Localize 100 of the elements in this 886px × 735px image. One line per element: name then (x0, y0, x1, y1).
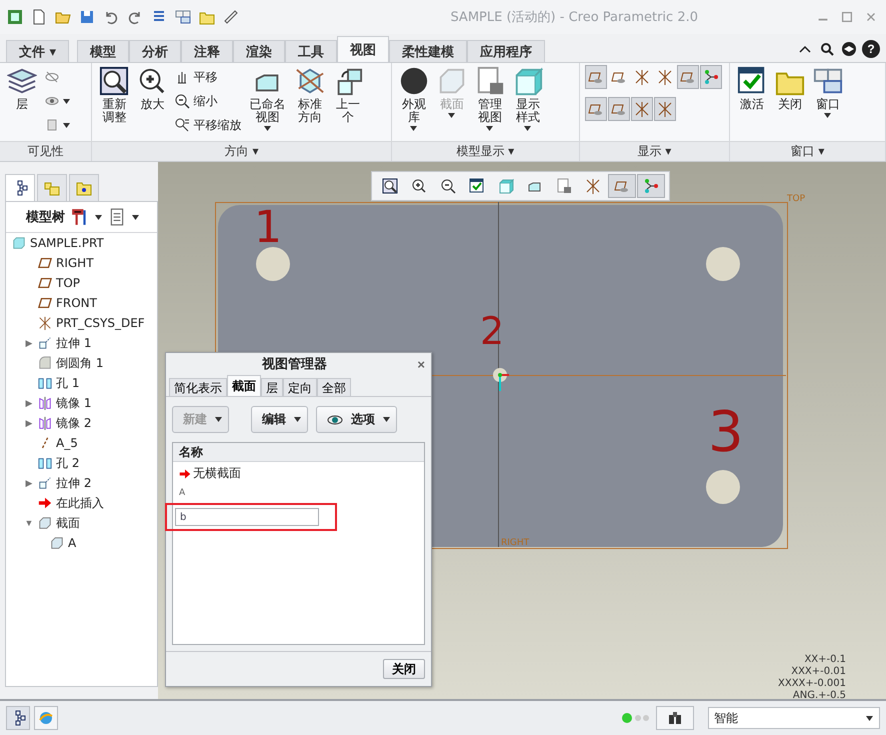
callout-number: 1 (254, 206, 282, 250)
windows-icon (812, 66, 843, 96)
tree-item[interactable]: A_5 (56, 436, 78, 450)
group-label[interactable]: 方向 ▾ (92, 141, 391, 161)
list-item[interactable]: A (179, 488, 186, 498)
caret-icon (294, 417, 301, 422)
toggle-button[interactable] (700, 65, 722, 89)
tree-item[interactable]: FRONT (56, 296, 97, 310)
tree-item[interactable]: 在此插入 (56, 494, 104, 512)
ribbon-tab[interactable]: 注释 (181, 40, 234, 62)
caret-icon (95, 214, 102, 220)
redo-icon[interactable] (127, 9, 143, 25)
ribbon-button[interactable]: 标准方向 (292, 65, 327, 125)
save-icon[interactable] (79, 9, 95, 25)
toggle-button[interactable] (630, 97, 653, 121)
navigator-tab[interactable] (5, 174, 35, 201)
mirror-icon (38, 416, 52, 430)
ribbon-tab[interactable]: 柔性建模 (389, 40, 468, 62)
cubeaxes-icon (294, 66, 325, 96)
group-label[interactable]: 显示 ▾ (580, 141, 729, 161)
refit-icon (99, 66, 130, 96)
dropdown-button[interactable]: 选项 (316, 406, 397, 433)
ribbon-button[interactable]: 上一个 (330, 65, 365, 125)
tree-item[interactable]: SAMPLE.PRT (30, 236, 104, 250)
ribbon-small-button[interactable]: 缩小 (173, 89, 242, 113)
ribbon-button[interactable]: 已命名视图 (246, 65, 289, 132)
ribbon-tab[interactable]: 视图 (337, 36, 390, 62)
ribbon-tab[interactable]: 工具 (285, 40, 338, 62)
tree-item[interactable]: 拉伸 1 (56, 334, 92, 352)
tree-item[interactable]: 孔 2 (56, 454, 80, 472)
filter-select[interactable]: 智能 (708, 707, 880, 729)
csys-icon (656, 101, 673, 117)
ribbon-button[interactable]: 激活 (734, 65, 769, 112)
close-button[interactable]: 关闭 (383, 659, 425, 679)
ribbon-button[interactable]: 放大 (135, 65, 170, 112)
ribbon-button[interactable]: 显示样式 (510, 65, 545, 132)
csys-icon (585, 178, 601, 194)
ribbon-tab[interactable]: 分析 (129, 40, 182, 62)
dialog-tab[interactable]: 全部 (317, 378, 351, 396)
csys-icon (634, 101, 650, 117)
ribbon-small-button[interactable]: 平移 (173, 65, 242, 89)
toggle-button[interactable] (584, 65, 607, 89)
list-item[interactable]: 无横截面 (193, 465, 241, 482)
toggle-button[interactable] (654, 97, 676, 121)
toggle-button[interactable] (608, 97, 630, 121)
tolerance-text: XXXX+-0.001 (778, 678, 846, 690)
plane-label: TOP (787, 194, 806, 204)
logo-icon[interactable] (7, 9, 23, 25)
close-button[interactable]: × (417, 356, 425, 372)
dialog-tab[interactable]: 定向 (283, 378, 317, 396)
toggle-button[interactable] (676, 65, 699, 89)
tree-item[interactable]: RIGHT (56, 256, 94, 270)
tree-item[interactable]: A (68, 536, 76, 550)
ribbon-button[interactable]: 关闭 (772, 65, 807, 112)
ribbon-button[interactable]: 层 (5, 65, 39, 112)
group-label[interactable]: 模型显示 ▾ (392, 141, 579, 161)
arrow-icon (179, 468, 191, 480)
group-label[interactable]: 窗口 ▾ (730, 141, 886, 161)
windows-icon[interactable] (175, 9, 191, 25)
help-button[interactable]: ? (862, 40, 880, 58)
ribbon-tab[interactable]: 应用程序 (467, 40, 546, 62)
zoomin-icon (411, 178, 427, 194)
dialog-tab[interactable]: 层 (261, 378, 283, 396)
file-menu[interactable]: 文件 ▾ (6, 40, 70, 62)
ruler-icon[interactable] (223, 9, 239, 25)
status-button[interactable] (6, 706, 30, 730)
find-button[interactable] (656, 706, 694, 730)
dialog-tab[interactable]: 简化表示 (169, 378, 227, 396)
ribbon-button[interactable]: 管理视图 (472, 65, 507, 132)
hide-icon (44, 69, 60, 85)
zoomout-icon (440, 178, 456, 194)
doc-icon[interactable] (31, 9, 47, 25)
restore-icon[interactable] (840, 10, 854, 24)
ribbon-button[interactable]: 外观库 (396, 65, 431, 132)
tree-item[interactable]: 孔 1 (56, 374, 80, 392)
part-icon (12, 236, 26, 250)
dropdown-button[interactable]: 编辑 (251, 406, 308, 433)
ribbon-tab[interactable]: 渲染 (233, 40, 286, 62)
nodes-icon (702, 69, 719, 85)
search-icon[interactable] (819, 41, 835, 57)
csys-drawing (490, 365, 510, 393)
dialog-tab[interactable]: 截面 (227, 375, 261, 396)
tree-item[interactable]: TOP (56, 276, 80, 290)
toggle-button[interactable] (584, 97, 607, 121)
tree-item[interactable]: 镜像 1 (56, 394, 92, 412)
tree-item[interactable]: PRT_CSYS_DEF (56, 316, 145, 330)
tree-item[interactable]: 倒圆角 1 (56, 354, 104, 372)
tree-item[interactable]: 镜像 2 (56, 414, 92, 432)
panzoom-icon (174, 117, 190, 133)
hole-icon (38, 456, 52, 470)
list-icon[interactable] (108, 208, 126, 226)
ribbon-button[interactable]: 重新调整 (97, 65, 132, 125)
tree-item[interactable]: 截面 (56, 514, 80, 532)
group-label[interactable]: 可见性 (0, 141, 92, 161)
name-field[interactable]: b (175, 508, 319, 526)
ribbon-small-button[interactable]: 平移缩放 (173, 113, 242, 137)
tree-item[interactable]: 拉伸 2 (56, 474, 92, 492)
plane-icon (38, 276, 52, 290)
ribbon-button[interactable]: 窗口 (810, 65, 845, 119)
ribbon-tab[interactable]: 模型 (77, 40, 130, 62)
